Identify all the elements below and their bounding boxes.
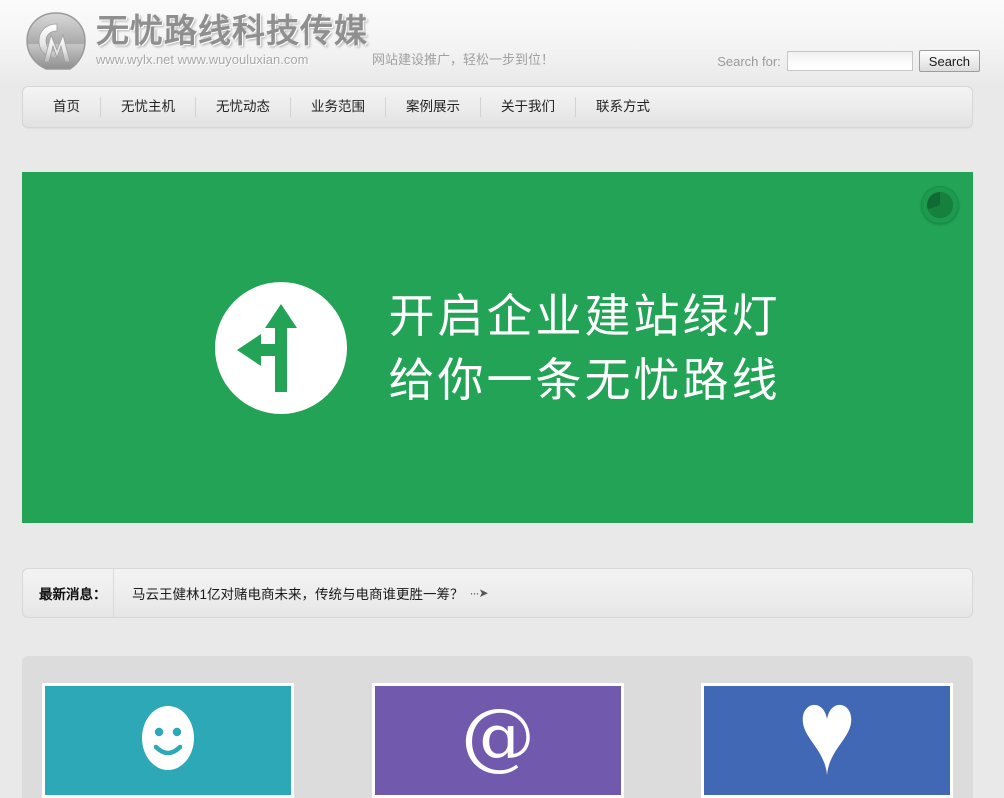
- latest-news-bar: 最新消息： 马云王健林1亿对赌电商未来，传统与电商谁更胜一筹？ ···➤: [22, 568, 973, 618]
- smiley-card[interactable]: [42, 683, 294, 798]
- pie-progress-spinner-icon: [921, 186, 959, 224]
- hero-line-2: 给你一条无忧路线: [388, 353, 781, 406]
- email-card[interactable]: @: [371, 683, 624, 798]
- search-button[interactable]: Search: [918, 50, 980, 72]
- heart-card[interactable]: [701, 683, 953, 798]
- site-header: 无忧路线科技传媒 www.wylx.net www.wuyouluxian.co…: [0, 0, 1004, 82]
- smiley-face-icon: [137, 702, 199, 779]
- nav-item-contact[interactable]: 联系方式: [576, 97, 670, 117]
- nav-item-services[interactable]: 业务范围: [291, 97, 386, 117]
- news-divider: [113, 569, 114, 617]
- feature-cards-panel: @: [22, 656, 973, 798]
- main-navigation: 首页 无忧主机 无忧动态 业务范围 案例展示 关于我们 联系方式: [22, 86, 973, 128]
- nav-item-cases[interactable]: 案例展示: [386, 97, 481, 117]
- hero-line-1: 开启企业建站绿灯: [388, 289, 781, 342]
- svg-text:@: @: [461, 699, 535, 777]
- search-label: Search for:: [717, 53, 781, 69]
- search-input[interactable]: [786, 51, 913, 71]
- site-tagline: 网站建设推广，轻松一步到位！: [372, 52, 555, 67]
- at-sign-icon: @: [461, 693, 535, 782]
- hero-banner-content: 开启企业建站绿灯 给你一条无忧路线: [22, 172, 973, 523]
- brand-title: 无忧路线科技传媒: [96, 12, 368, 49]
- arrow-right-icon: ···➤: [469, 586, 489, 600]
- latest-news-label: 最新消息：: [39, 587, 107, 602]
- search-area: Search for: Search: [717, 50, 980, 72]
- brand-urls: www.wylx.net www.wuyouluxian.com: [96, 52, 309, 67]
- site-brand[interactable]: 无忧路线科技传媒 www.wylx.net www.wuyouluxian.co…: [24, 6, 368, 74]
- hero-banner-text: 开启企业建站绿灯 给你一条无忧路线: [389, 284, 781, 412]
- turn-left-or-straight-arrow-icon: [214, 281, 347, 414]
- feature-cards-row: @: [42, 683, 953, 798]
- nav-item-hosting[interactable]: 无忧主机: [101, 97, 196, 117]
- nav-item-home[interactable]: 首页: [33, 97, 101, 117]
- latest-news-link[interactable]: 马云王健林1亿对赌电商未来，传统与电商谁更胜一筹？ ···➤: [132, 583, 489, 603]
- nav-item-news[interactable]: 无忧动态: [196, 97, 291, 117]
- shield-monogram-logo-icon: [24, 10, 88, 74]
- latest-news-headline-text: 马云王健林1亿对赌电商未来，传统与电商谁更胜一筹？: [132, 587, 464, 602]
- hero-banner[interactable]: 开启企业建站绿灯 给你一条无忧路线: [22, 172, 973, 523]
- nav-item-about[interactable]: 关于我们: [481, 97, 576, 117]
- heart-icon: [795, 699, 859, 782]
